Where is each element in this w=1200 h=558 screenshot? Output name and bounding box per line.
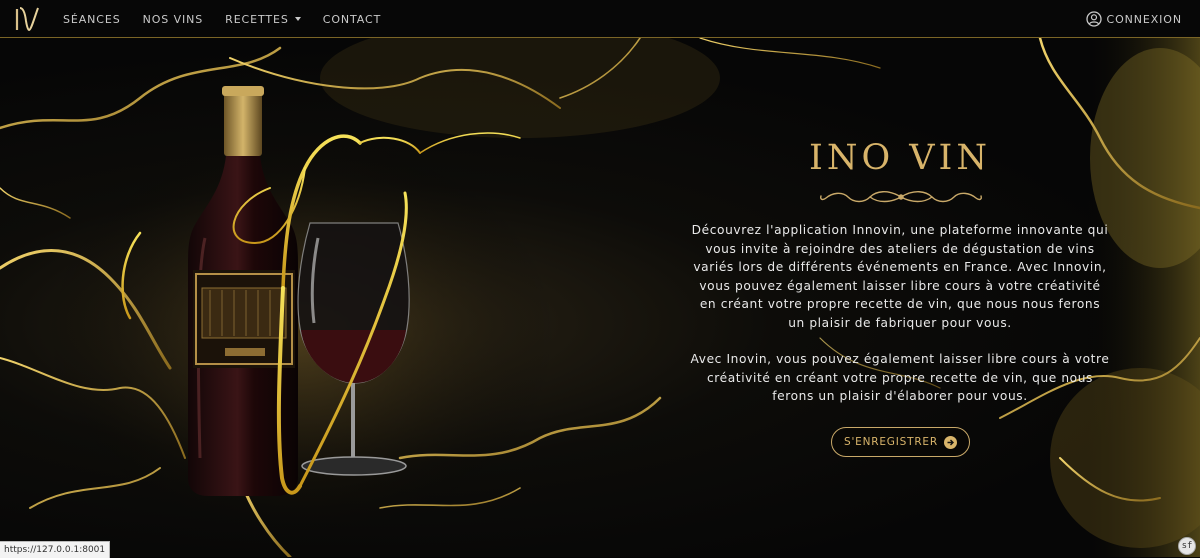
login-label: CONNEXION [1106,12,1182,26]
page-title: INO VIN [809,138,991,178]
debug-toolbar-icon[interactable]: sf [1178,537,1196,555]
status-bar-url: https://127.0.0.1:8001 [0,541,111,558]
intro-paragraph-1: Découvrez l'application Innovin, une pla… [691,223,1109,330]
chevron-down-icon [294,17,301,21]
register-button-label: S'ENREGISTRER [844,436,938,448]
nav-link-seances[interactable]: SÉANCES [63,13,121,26]
navbar: SÉANCES NOS VINS RECETTES CONTACT CONNEX… [0,0,1200,38]
nav-link-nos-vins[interactable]: NOS VINS [143,13,204,26]
arrow-right-circle-icon [943,435,957,449]
hero-section: INO VIN Découvrez l'application Innovin,… [0,38,1200,557]
login-link[interactable]: CONNEXION [1086,0,1182,38]
nav-links: SÉANCES NOS VINS RECETTES CONTACT [63,0,403,38]
user-circle-icon [1086,11,1103,27]
logo[interactable] [14,5,40,33]
intro-text: Découvrez l'application Innovin, une pla… [690,221,1110,424]
nav-link-recettes-label: RECETTES [225,12,289,26]
nav-link-recettes[interactable]: RECETTES [225,13,301,26]
flourish-ornament [820,191,982,203]
logo-icon [15,7,39,32]
intro-paragraph-2: Avec Inovin, vous pouvez également laiss… [690,352,1110,403]
register-button[interactable]: S'ENREGISTRER [831,427,970,457]
nav-link-contact[interactable]: CONTACT [323,13,381,26]
